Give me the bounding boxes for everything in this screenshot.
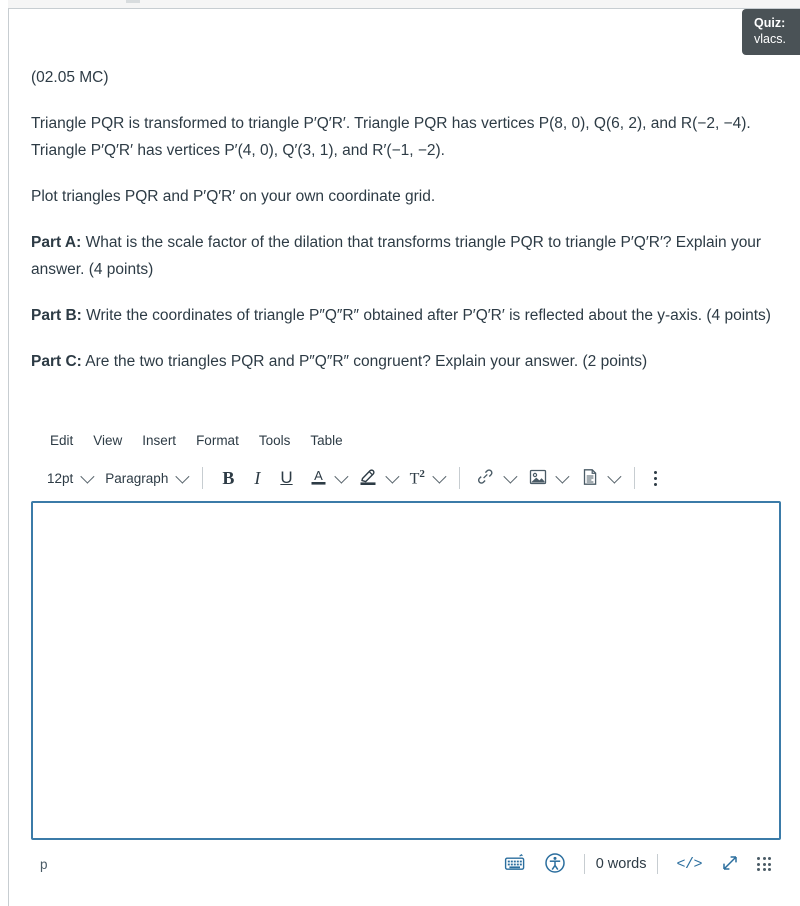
- fullscreen-button[interactable]: [711, 849, 749, 880]
- page-frame: Quiz: vlacs. (02.05 MC) Triangle PQR is …: [8, 9, 800, 906]
- kebab-menu-icon[interactable]: [644, 465, 667, 492]
- bold-icon: B: [222, 467, 235, 488]
- part-b-label: Part B:: [31, 307, 82, 324]
- editor-status-bar: p 0 words </>: [31, 846, 781, 882]
- link-button[interactable]: [469, 463, 521, 494]
- menu-item-tools[interactable]: Tools: [249, 429, 301, 452]
- toolbar-divider: [458, 467, 460, 489]
- italic-icon: I: [254, 467, 261, 488]
- toolbar-divider: [202, 467, 204, 489]
- menu-item-table[interactable]: Table: [300, 429, 352, 452]
- chevron-down-icon[interactable]: [384, 469, 400, 484]
- status-divider: [583, 854, 585, 874]
- chevron-down-icon[interactable]: [607, 469, 622, 484]
- toolbar-divider: [633, 467, 635, 489]
- question-part-b: Part B: Write the coordinates of triangl…: [31, 302, 773, 329]
- editor-text-area[interactable]: [31, 501, 781, 840]
- accessibility-checker-icon: [544, 852, 566, 877]
- chevron-down-icon: [175, 469, 190, 484]
- question-part-a: Part A: What is the scale factor of the …: [31, 229, 773, 283]
- top-chrome-band: [8, 0, 800, 9]
- chevron-down-icon[interactable]: [432, 469, 447, 484]
- chevron-down-icon[interactable]: [333, 469, 349, 484]
- part-a-label: Part A:: [31, 234, 82, 251]
- accessibility-checker-button[interactable]: [535, 848, 575, 881]
- block-format-value: Paragraph: [105, 470, 169, 486]
- part-c-label: Part C:: [31, 353, 82, 370]
- on-screen-keyboard-icon: [504, 853, 526, 875]
- image-icon: [528, 467, 548, 490]
- superscript-icon: T2: [409, 467, 425, 488]
- quiz-tooltip-title: Quiz:: [754, 16, 786, 30]
- bold-button[interactable]: B: [212, 464, 244, 493]
- block-format-dropdown[interactable]: Paragraph: [98, 467, 193, 490]
- chevron-down-icon[interactable]: [503, 469, 518, 484]
- status-divider: [657, 854, 659, 874]
- highlighter-icon: [359, 467, 378, 490]
- link-icon: [476, 467, 496, 490]
- expand-diagonal-icon: [720, 853, 740, 876]
- editor-menubar: Edit View Insert Format Tools Table: [31, 422, 781, 458]
- underline-button[interactable]: U: [270, 464, 302, 492]
- resize-grip-icon[interactable]: [749, 851, 779, 877]
- superscript-button[interactable]: T2: [403, 464, 450, 492]
- part-c-text: Are the two triangles PQR and P″Q″R″ con…: [85, 353, 648, 370]
- status-bar-tools: 0 words </>: [495, 848, 779, 881]
- on-screen-keyboard-button[interactable]: [495, 850, 535, 879]
- chevron-down-icon: [80, 469, 95, 484]
- underline-icon: U: [280, 468, 293, 487]
- html-editor-button[interactable]: </>: [667, 852, 711, 877]
- svg-text:A: A: [314, 468, 323, 483]
- question-intro: Triangle PQR is transformed to triangle …: [31, 115, 751, 159]
- text-color-button[interactable]: A: [303, 463, 352, 494]
- rich-content-editor: Edit View Insert Format Tools Table 12pt…: [31, 422, 781, 882]
- element-path: p: [40, 856, 48, 872]
- menu-item-view[interactable]: View: [83, 429, 132, 452]
- document-button[interactable]: [573, 463, 625, 494]
- menu-item-format[interactable]: Format: [186, 429, 249, 452]
- part-b-text: Write the coordinates of triangle P″Q″R″…: [86, 307, 771, 324]
- highlight-color-button[interactable]: [352, 463, 403, 494]
- question-instruction: Plot triangles PQR and P′Q′R′ on your ow…: [31, 188, 436, 205]
- quiz-tooltip-subtitle: vlacs.: [754, 32, 786, 46]
- text-color-icon: A: [310, 467, 327, 490]
- chevron-down-icon[interactable]: [555, 469, 570, 484]
- part-a-text: What is the scale factor of the dilation…: [31, 234, 762, 278]
- italic-button[interactable]: I: [244, 464, 270, 493]
- chrome-tab-stub: [126, 0, 140, 3]
- html-code-icon: </>: [676, 855, 702, 873]
- question-code: (02.05 MC): [31, 69, 109, 86]
- quiz-tooltip: Quiz: vlacs.: [742, 9, 800, 55]
- menu-item-edit[interactable]: Edit: [40, 429, 83, 452]
- question-part-c: Part C: Are the two triangles PQR and P″…: [31, 348, 773, 375]
- image-button[interactable]: [521, 463, 573, 494]
- document-icon: [580, 467, 600, 490]
- word-count: 0 words: [595, 856, 647, 872]
- menu-item-insert[interactable]: Insert: [132, 429, 186, 452]
- font-size-dropdown[interactable]: 12pt: [40, 467, 98, 490]
- font-size-value: 12pt: [47, 470, 74, 486]
- question-body: (02.05 MC) Triangle PQR is transformed t…: [31, 64, 781, 394]
- editor-toolbar: 12pt Paragraph B I U A T2: [31, 458, 781, 498]
